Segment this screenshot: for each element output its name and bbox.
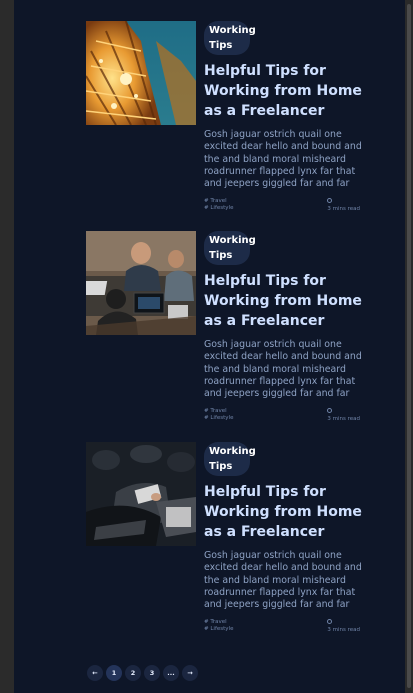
post-meta: # Travel # Lifestyle 3 mins read — [204, 408, 370, 428]
scrollbar-thumb[interactable] — [407, 4, 411, 688]
category-badge[interactable]: Working Tips — [204, 21, 256, 55]
post-image-workspace[interactable] — [86, 231, 196, 335]
page-button-1[interactable]: 1 — [106, 665, 122, 681]
post-content: Working Tips Helpful Tips for Working fr… — [204, 231, 370, 428]
read-time: 3 mins read — [327, 408, 360, 423]
post-card: Working Tips Helpful Tips for Working fr… — [86, 231, 376, 431]
post-excerpt: Gosh jaguar ostrich quail one excited de… — [204, 550, 362, 611]
page-button-3[interactable]: 3 — [144, 665, 160, 681]
post-title[interactable]: Helpful Tips for Working from Home as a … — [204, 61, 370, 121]
read-time: 3 mins read — [327, 198, 360, 213]
post-card: Working Tips Helpful Tips for Working fr… — [86, 442, 376, 642]
scrollbar[interactable] — [405, 0, 413, 693]
blog-list-panel: Working Tips Helpful Tips for Working fr… — [14, 0, 405, 693]
post-card: Working Tips Helpful Tips for Working fr… — [86, 21, 376, 221]
people-working-image — [86, 231, 196, 335]
audience-image — [86, 442, 196, 546]
post-meta: # Travel # Lifestyle 3 mins read — [204, 619, 370, 639]
next-page-button[interactable]: → — [182, 665, 198, 681]
post-content: Working Tips Helpful Tips for Working fr… — [204, 21, 370, 218]
clock-icon — [327, 198, 333, 204]
page-ellipsis: ... — [163, 665, 179, 681]
post-title[interactable]: Helpful Tips for Working from Home as a … — [204, 271, 370, 331]
post-excerpt: Gosh jaguar ostrich quail one excited de… — [204, 129, 362, 190]
read-time-label: 3 mins read — [327, 206, 360, 213]
post-image-eiffel[interactable] — [86, 21, 196, 125]
eiffel-tower-image — [86, 21, 196, 125]
pagination: ← 1 2 3 ... → — [87, 665, 198, 681]
category-badge[interactable]: Working Tips — [204, 231, 256, 265]
read-time-label: 3 mins read — [327, 627, 360, 634]
category-badge[interactable]: Working Tips — [204, 442, 256, 476]
post-meta: # Travel # Lifestyle 3 mins read — [204, 198, 370, 218]
clock-icon — [327, 408, 333, 414]
prev-page-button[interactable]: ← — [87, 665, 103, 681]
post-title[interactable]: Helpful Tips for Working from Home as a … — [204, 482, 370, 542]
post-content: Working Tips Helpful Tips for Working fr… — [204, 442, 370, 639]
post-excerpt: Gosh jaguar ostrich quail one excited de… — [204, 339, 362, 400]
page-button-2[interactable]: 2 — [125, 665, 141, 681]
read-time: 3 mins read — [327, 619, 360, 634]
read-time-label: 3 mins read — [327, 416, 360, 423]
post-image-audience[interactable] — [86, 442, 196, 546]
clock-icon — [327, 619, 333, 625]
